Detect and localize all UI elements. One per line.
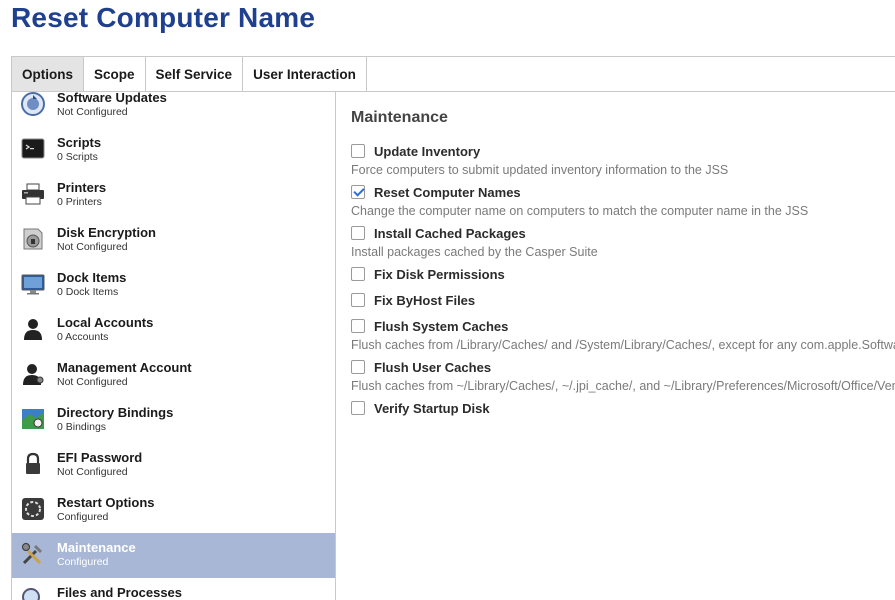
sidebar-item-label: Disk Encryption [57, 225, 156, 240]
sidebar-item-status: Configured [57, 511, 109, 523]
sidebar-item-status: 0 Dock Items [57, 286, 119, 298]
sidebar-item-efi-password[interactable]: EFI Password Not Configured [12, 443, 335, 488]
sidebar-item-label: Printers [57, 180, 107, 195]
sidebar-item-label: Scripts [57, 135, 102, 150]
option-label: Flush User Caches [374, 359, 492, 375]
sidebar-item-status: 0 Scripts [57, 151, 98, 163]
sidebar-item-label: Directory Bindings [57, 405, 174, 420]
sidebar-item-restart-options[interactable]: Restart Options Configured [12, 488, 335, 533]
option-label: Flush System Caches [374, 318, 509, 334]
option-flush-user-caches: Flush User Caches Flush caches from ~/Li… [351, 358, 895, 393]
sidebar[interactable]: Software Updates Not Configured Scripts … [11, 92, 336, 600]
sidebar-item-disk-encryption[interactable]: Disk Encryption Not Configured [12, 218, 335, 263]
option-description: Flush caches from ~/Library/Caches/, ~/.… [351, 379, 895, 393]
sidebar-item-scripts[interactable]: Scripts 0 Scripts [12, 128, 335, 173]
flush-user-caches-checkbox[interactable] [351, 360, 365, 374]
sidebar-item-label: Management Account [57, 360, 192, 375]
sidebar-item-label: Software Updates [57, 92, 167, 105]
tab-self-service[interactable]: Self Service [146, 57, 244, 91]
option-update-inventory: Update Inventory Force computers to subm… [351, 142, 728, 177]
sidebar-item-status: 0 Accounts [57, 331, 109, 343]
tab-bar: Options Scope Self Service User Interact… [11, 56, 895, 92]
sidebar-item-files-and-processes[interactable]: Files and Processes [12, 578, 335, 600]
sidebar-item-status: Not Configured [57, 106, 128, 118]
magnifier-icon [20, 586, 46, 600]
user-gear-icon [20, 361, 46, 387]
sidebar-item-label: Restart Options [57, 495, 155, 510]
sidebar-item-label: Files and Processes [57, 585, 183, 600]
terminal-icon [20, 136, 46, 162]
directory-icon [20, 406, 46, 432]
reset-computer-names-checkbox[interactable] [351, 185, 365, 199]
page-title: Reset Computer Name [11, 2, 316, 33]
option-verify-startup-disk: Verify Startup Disk [351, 399, 490, 417]
option-flush-system-caches: Flush System Caches Flush caches from /L… [351, 317, 895, 352]
option-label: Fix Disk Permissions [374, 266, 505, 282]
update-inventory-checkbox[interactable] [351, 144, 365, 158]
sidebar-item-maintenance[interactable]: Maintenance Configured [12, 533, 335, 578]
option-description: Flush caches from /Library/Caches/ and /… [351, 338, 895, 352]
verify-startup-disk-checkbox[interactable] [351, 401, 365, 415]
sidebar-item-dock-items[interactable]: Dock Items 0 Dock Items [12, 263, 335, 308]
option-label: Install Cached Packages [374, 225, 526, 241]
sidebar-item-status: 0 Bindings [57, 421, 107, 433]
sidebar-item-label: Dock Items [57, 270, 127, 285]
fix-disk-permissions-checkbox[interactable] [351, 267, 365, 281]
option-description: Force computers to submit updated invent… [351, 163, 729, 177]
option-fix-byhost-files: Fix ByHost Files [351, 291, 475, 309]
option-fix-disk-permissions: Fix Disk Permissions [351, 265, 505, 283]
printer-icon [20, 181, 46, 207]
sidebar-item-management-account[interactable]: Management Account Not Configured [12, 353, 335, 398]
sidebar-item-status: Not Configured [57, 466, 128, 478]
sidebar-item-label: EFI Password [57, 450, 143, 465]
maintenance-panel: Maintenance Update Inventory Force compu… [336, 92, 895, 600]
sidebar-item-software-updates[interactable]: Software Updates Not Configured [12, 92, 335, 128]
sidebar-item-local-accounts[interactable]: Local Accounts 0 Accounts [12, 308, 335, 353]
software-update-icon [20, 92, 46, 117]
tab-options[interactable]: Options [12, 57, 84, 91]
sidebar-item-status: 0 Printers [57, 196, 102, 208]
install-cached-packages-checkbox[interactable] [351, 226, 365, 240]
user-icon [20, 316, 46, 342]
fix-byhost-files-checkbox[interactable] [351, 293, 365, 307]
option-label: Update Inventory [374, 143, 481, 159]
option-label: Reset Computer Names [374, 184, 521, 200]
disk-encryption-icon [20, 226, 46, 252]
option-description: Change the computer name on computers to… [351, 204, 809, 218]
sidebar-item-status: Not Configured [57, 376, 128, 388]
sidebar-item-label: Maintenance [57, 540, 136, 555]
tab-user-interaction[interactable]: User Interaction [243, 57, 367, 91]
section-title: Maintenance [351, 109, 448, 126]
option-label: Verify Startup Disk [374, 400, 490, 416]
sidebar-item-status: Not Configured [57, 241, 128, 253]
sidebar-item-label: Local Accounts [57, 315, 154, 330]
option-label: Fix ByHost Files [374, 292, 476, 308]
lock-icon [20, 451, 46, 477]
flush-system-caches-checkbox[interactable] [351, 319, 365, 333]
tools-icon [20, 541, 46, 567]
sidebar-item-printers[interactable]: Printers 0 Printers [12, 173, 335, 218]
restart-icon [20, 496, 46, 522]
sidebar-item-directory-bindings[interactable]: Directory Bindings 0 Bindings [12, 398, 335, 443]
sidebar-item-status: Configured [57, 556, 109, 568]
option-description: Install packages cached by the Casper Su… [351, 245, 598, 259]
option-reset-computer-names: Reset Computer Names Change the computer… [351, 183, 808, 218]
tab-scope[interactable]: Scope [84, 57, 146, 91]
option-install-cached-packages: Install Cached Packages Install packages… [351, 224, 598, 259]
dock-icon [20, 271, 46, 297]
